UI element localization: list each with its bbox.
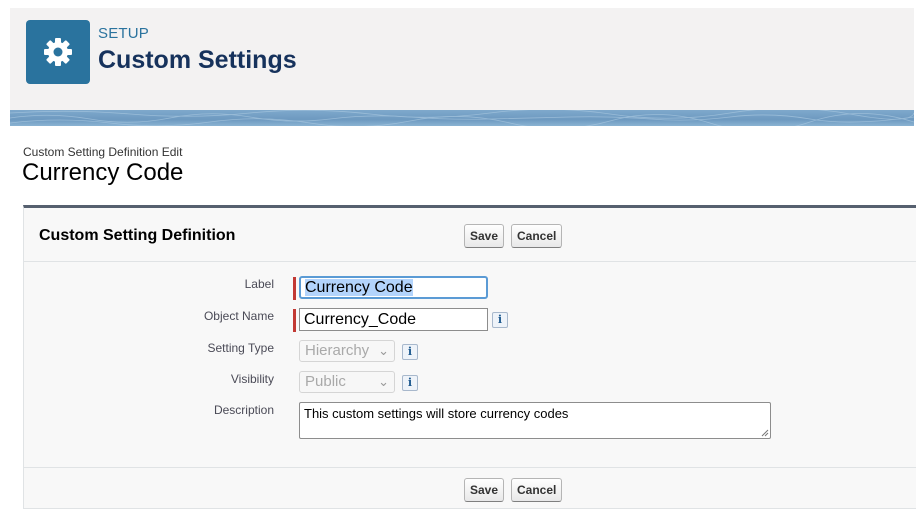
setting-type-value: Hierarchy <box>305 342 370 359</box>
description-field-label: Description <box>213 403 274 417</box>
panel-title: Custom Setting Definition <box>39 227 236 244</box>
object-name-input[interactable]: Currency_Code <box>299 308 488 331</box>
page-title: Currency Code <box>22 159 184 186</box>
visibility-info-icon[interactable]: i <box>402 375 418 391</box>
panel-header: Custom Setting Definition Save Cancel <box>24 208 916 262</box>
description-value: This custom settings will store currency… <box>304 406 569 421</box>
setting-type-info-icon[interactable]: i <box>402 344 418 360</box>
object-name-input-value: Currency_Code <box>304 311 417 328</box>
setup-header: SETUP Custom Settings <box>10 8 914 110</box>
cancel-button-bottom[interactable]: Cancel <box>511 478 563 502</box>
definition-edit-panel: Custom Setting Definition Save Cancel La… <box>23 205 916 509</box>
description-textarea[interactable]: This custom settings will store currency… <box>299 402 771 439</box>
save-button-top[interactable]: Save <box>464 224 505 248</box>
resize-handle-icon[interactable] <box>761 429 769 437</box>
object-name-info-icon[interactable]: i <box>492 312 508 328</box>
setting-type-select[interactable]: Hierarchy ⌄ <box>299 340 395 362</box>
gear-icon <box>41 35 75 69</box>
setup-page-title: Custom Settings <box>98 46 297 74</box>
visibility-value: Public <box>305 373 346 390</box>
cancel-button-top[interactable]: Cancel <box>511 224 563 248</box>
visibility-field-label: Visibility <box>230 372 274 386</box>
required-marker <box>293 277 296 300</box>
setup-gear-tile <box>26 20 90 84</box>
object-name-field-label: Object Name <box>203 309 274 323</box>
setting-type-field-label: Setting Type <box>207 341 275 355</box>
save-button-bottom[interactable]: Save <box>464 478 505 502</box>
page-subtitle: Custom Setting Definition Edit <box>23 145 183 159</box>
header-decorative-band <box>10 110 914 126</box>
chevron-down-icon: ⌄ <box>378 343 389 358</box>
panel-footer: Save Cancel <box>24 467 916 509</box>
label-field-label: Label <box>244 277 274 291</box>
chevron-down-icon: ⌄ <box>378 374 389 389</box>
label-input[interactable]: Currency Code <box>299 276 488 299</box>
setup-section-label: SETUP <box>98 25 150 42</box>
label-input-value: Currency Code <box>305 279 413 296</box>
required-marker <box>293 309 296 332</box>
visibility-select[interactable]: Public ⌄ <box>299 371 395 393</box>
